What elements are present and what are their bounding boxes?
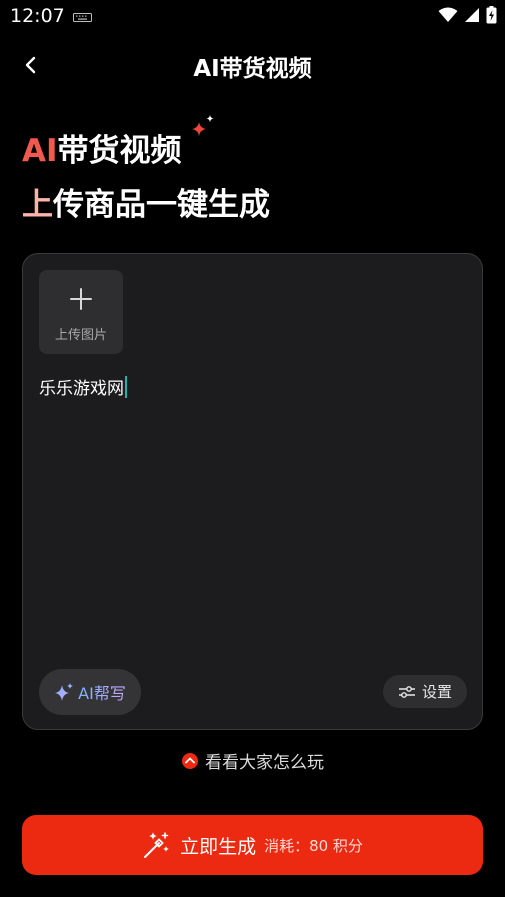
prompt-card: 上传图片 乐乐游戏网 AI帮写 设置 [22,253,483,730]
hero-title-ai: AI [22,133,58,169]
hero-heading: AI带货视频 上传商品一键生成 [22,131,270,225]
plus-icon [70,288,92,310]
nav-bar: AI带货视频 [0,40,505,88]
cellular-signal-icon [465,8,479,22]
keyboard-icon [73,13,92,22]
sparkle-icon [55,683,74,701]
hero-subtitle: 上传商品一键生成 [22,185,270,225]
sliders-icon [398,685,415,698]
status-bar: 12:07 [0,0,505,34]
upload-image-button[interactable]: 上传图片 [39,270,123,354]
generate-label: 立即生成 [180,835,257,858]
hero-title: AI带货视频 [22,131,270,171]
sparkle-icon [192,115,214,136]
chevron-up-circle-icon [182,752,198,769]
generate-cost: 消耗：80 积分 [264,836,363,855]
see-others-link[interactable]: 看看大家怎么玩 [0,748,505,773]
prompt-input[interactable]: 乐乐游戏网 [39,374,127,399]
battery-icon [486,6,497,24]
hero-title-rest: 带货视频 [57,133,182,169]
wifi-icon [438,7,458,22]
text-caret [125,375,127,398]
status-time: 12:07 [10,5,65,27]
upload-image-label: 上传图片 [54,328,107,343]
page-title: AI带货视频 [193,56,312,82]
generate-button[interactable]: 立即生成 消耗：80 积分 [22,815,483,875]
ai-help-button[interactable]: AI帮写 [39,669,141,715]
settings-button[interactable]: 设置 [383,675,467,708]
see-others-label: 看看大家怎么玩 [205,753,324,773]
ai-help-label: AI帮写 [78,680,126,704]
hero-subtitle-rest: 传商品一键生成 [53,187,270,223]
prompt-input-value: 乐乐游戏网 [39,379,124,399]
settings-label: 设置 [421,683,452,701]
hero-subtitle-first: 上 [22,187,53,223]
magic-wand-icon [144,832,170,858]
